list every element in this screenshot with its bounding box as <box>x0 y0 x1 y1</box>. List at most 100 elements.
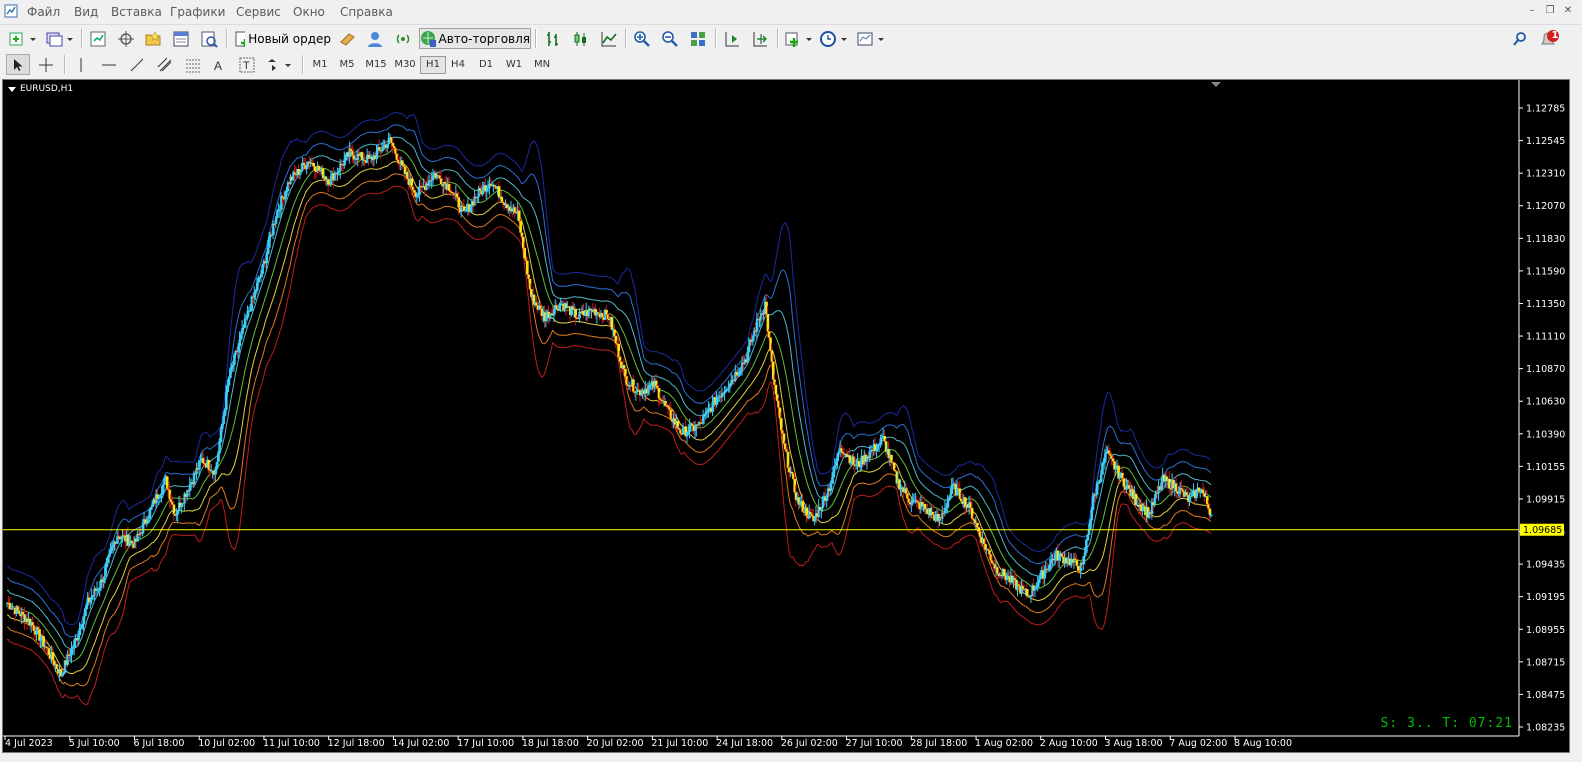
current-price-label: 1.09685 <box>1523 525 1562 536</box>
menu-help[interactable]: Справка <box>340 5 393 19</box>
clock-icon <box>820 30 847 47</box>
x-tick-label: 7 Aug 02:00 <box>1169 738 1227 749</box>
timeframe-h4[interactable]: H4 <box>446 56 470 74</box>
menu-tools[interactable]: Сервис <box>236 5 281 19</box>
chart-shift-icon <box>753 31 767 46</box>
chart-window[interactable]: 1.12785 1.12545 1.12310 1.12070 1.11830 1.115… <box>2 79 1570 753</box>
candle <box>1029 595 1033 597</box>
menu-window[interactable]: Окно <box>293 5 325 19</box>
zoom-in-button[interactable] <box>631 28 653 49</box>
timeframe-m15[interactable]: M15 <box>362 56 390 74</box>
candle <box>774 384 778 395</box>
cursor-button[interactable] <box>6 54 30 75</box>
candle <box>500 196 504 202</box>
horizontal-line-button[interactable] <box>98 54 120 75</box>
market-watch-button[interactable] <box>87 28 109 49</box>
fibonacci-button[interactable] <box>182 54 204 75</box>
terminal-button[interactable] <box>170 28 192 49</box>
y-tick-label: 1.08715 <box>1526 657 1565 668</box>
candlestick-icon <box>574 31 586 46</box>
menu-file[interactable]: Файл <box>27 5 60 19</box>
tile-windows-button[interactable] <box>687 28 709 49</box>
minimize-button[interactable]: – <box>1526 5 1538 17</box>
svg-text:A: A <box>214 59 222 73</box>
candlestick-button[interactable] <box>570 28 592 49</box>
timeframe-m30[interactable]: M30 <box>391 56 419 74</box>
navigator-button[interactable] <box>142 28 164 49</box>
crosshair-button[interactable] <box>35 54 57 75</box>
candle <box>1122 478 1126 487</box>
tile-windows-icon <box>691 31 705 46</box>
timeframe-d1[interactable]: D1 <box>474 56 498 74</box>
templates-button[interactable] <box>855 28 887 49</box>
experts-button[interactable] <box>364 28 386 49</box>
navigator-folder-icon <box>145 30 161 45</box>
candle <box>946 500 950 508</box>
metaeditor-button[interactable] <box>337 28 359 49</box>
zoom-out-button[interactable] <box>659 28 681 49</box>
x-tick-label: 5 Jul 10:00 <box>69 738 120 749</box>
chart-shift-button[interactable] <box>749 28 771 49</box>
candle <box>180 504 184 508</box>
y-tick-label: 1.10390 <box>1526 429 1565 440</box>
app-icon[interactable] <box>4 4 18 18</box>
data-window-button[interactable] <box>115 28 137 49</box>
profiles-button[interactable] <box>44 28 76 49</box>
symbol-dropdown-icon[interactable] <box>8 87 16 92</box>
candle <box>78 628 82 636</box>
menu-bar: Файл Вид Вставка Графики Сервис Окно Спр… <box>0 0 1582 24</box>
notifications-button[interactable]: 1 <box>1538 28 1562 49</box>
menu-charts[interactable]: Графики <box>170 5 225 19</box>
autoscroll-button[interactable] <box>721 28 743 49</box>
band-lower-2 <box>6 173 1212 687</box>
periods-button[interactable] <box>819 28 849 49</box>
timeframe-mn[interactable]: MN <box>529 56 555 74</box>
candle <box>1025 588 1029 597</box>
search-button[interactable] <box>1510 28 1530 49</box>
text-button[interactable]: A <box>208 54 230 75</box>
vertical-line-button[interactable] <box>70 54 92 75</box>
close-button[interactable]: ✕ <box>1562 5 1574 17</box>
menu-view[interactable]: Вид <box>74 5 98 19</box>
candle <box>382 146 385 150</box>
new-chart-button[interactable] <box>6 28 40 49</box>
arrows-button[interactable] <box>264 54 296 75</box>
y-tick-label: 1.10155 <box>1526 462 1565 473</box>
timeframe-m1[interactable]: M1 <box>308 56 332 74</box>
indicators-button[interactable] <box>783 28 815 49</box>
band-upper-1 <box>6 136 1212 650</box>
candle <box>977 527 981 532</box>
x-tick-label: 1 Aug 02:00 <box>975 738 1033 749</box>
trendline-button[interactable] <box>126 54 148 75</box>
new-order-button[interactable]: Новый ордер <box>233 28 331 49</box>
restore-button[interactable]: ❐ <box>1544 5 1556 17</box>
timeframe-w1[interactable]: W1 <box>502 56 526 74</box>
candle <box>276 211 279 219</box>
candle <box>1099 474 1103 482</box>
y-tick-label: 1.09435 <box>1526 560 1565 571</box>
new-order-label: Новый ордер <box>248 31 331 46</box>
y-tick-label: 1.10630 <box>1526 397 1565 408</box>
text-label-button[interactable]: T <box>236 54 258 75</box>
equidistant-channel-button[interactable] <box>154 54 176 75</box>
plot-area <box>6 112 1213 706</box>
candle <box>829 483 833 492</box>
indicators-icon <box>785 32 812 47</box>
timeframe-h1[interactable]: H1 <box>420 56 446 74</box>
autotrading-icon <box>421 30 436 47</box>
line-chart-button[interactable] <box>598 28 620 49</box>
signals-button[interactable] <box>392 28 414 49</box>
fibonacci-icon <box>186 59 200 72</box>
right-scrollbar[interactable] <box>1570 79 1582 751</box>
timeframe-m5[interactable]: M5 <box>335 56 359 74</box>
band-outer-lower <box>6 185 1212 706</box>
x-tick-label: 4 Jul 2023 <box>5 738 53 749</box>
strategy-tester-button[interactable] <box>198 28 220 49</box>
price-chart[interactable]: 1.12785 1.12545 1.12310 1.12070 1.11830 1.115… <box>3 80 1569 752</box>
x-tick-label: 17 Jul 10:00 <box>457 738 514 749</box>
chart-shift-marker[interactable] <box>1211 82 1221 87</box>
menu-insert[interactable]: Вставка <box>111 5 162 19</box>
bar-chart-button[interactable] <box>542 28 564 49</box>
x-tick-label: 10 Jul 02:00 <box>198 738 255 749</box>
autotrading-button[interactable]: Авто-торговля <box>419 28 531 49</box>
